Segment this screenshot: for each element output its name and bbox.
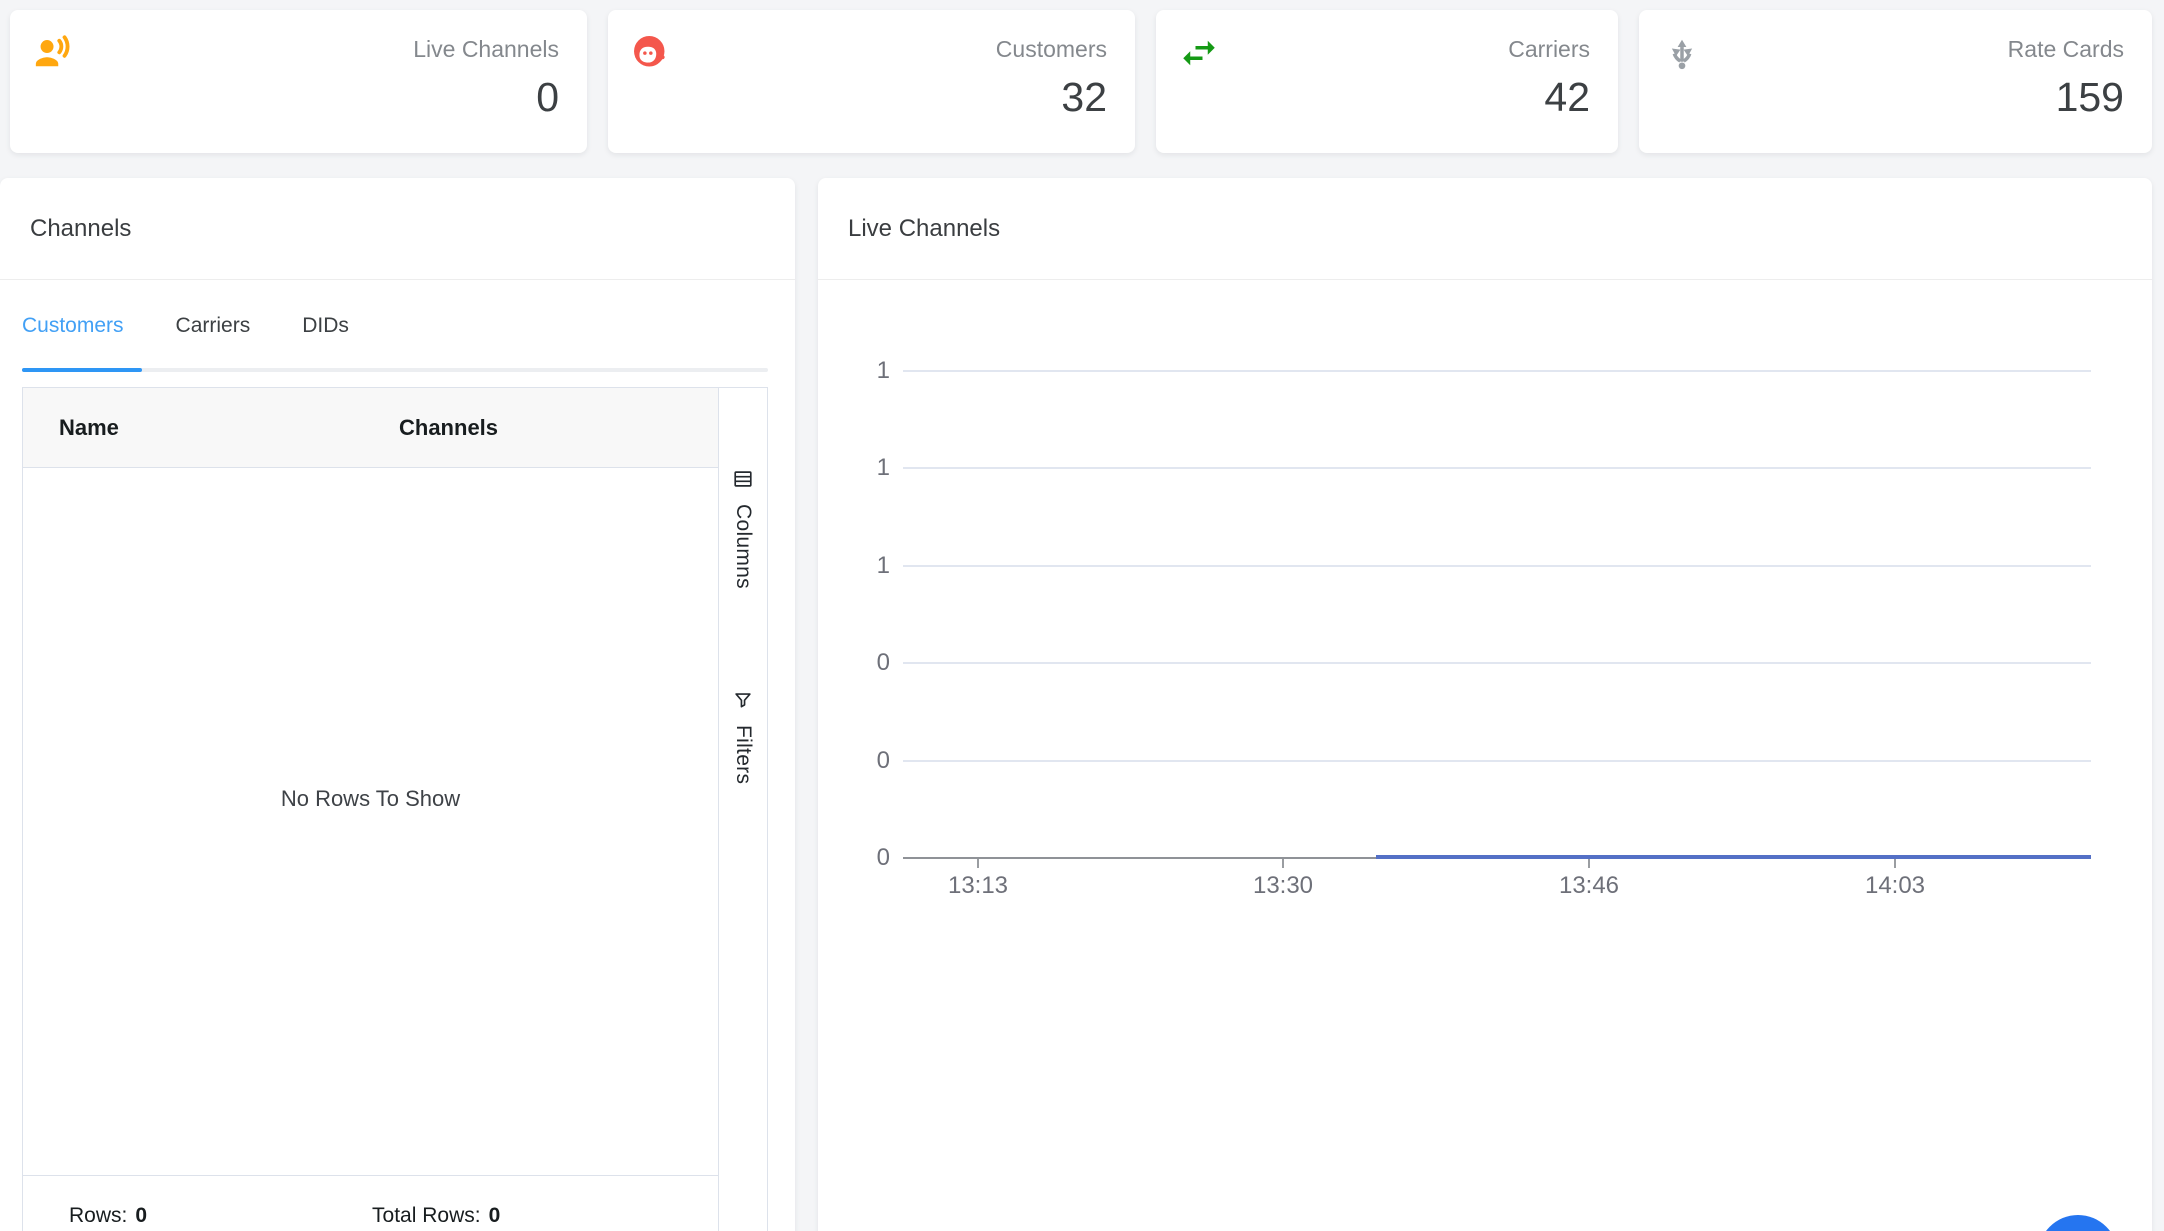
swap-arrows-icon bbox=[1178, 26, 1226, 137]
stat-label: Customers bbox=[678, 36, 1107, 62]
y-axis-tick-label: 1 bbox=[818, 552, 890, 580]
tab-customers[interactable]: Customers bbox=[22, 314, 124, 338]
columns-icon bbox=[732, 468, 754, 495]
stat-card-rate-cards: Rate Cards 159 bbox=[1639, 10, 2152, 153]
grid-side-bar: Columns Filters bbox=[718, 388, 767, 1231]
y-gridline bbox=[903, 662, 2091, 664]
active-tab-indicator bbox=[22, 368, 142, 372]
stat-value: 42 bbox=[1226, 75, 1590, 119]
stat-label: Carriers bbox=[1226, 36, 1590, 62]
side-tab-label: Columns bbox=[731, 504, 755, 589]
stat-cards-row: Live Channels 0 Customers 32 bbox=[10, 10, 2152, 153]
stat-card-customers: Customers 32 bbox=[608, 10, 1135, 153]
x-axis-tick-label: 13:30 bbox=[1228, 872, 1338, 900]
x-axis-tick-label: 13:13 bbox=[923, 872, 1033, 900]
x-axis-tick bbox=[1894, 859, 1896, 868]
x-axis-tick bbox=[977, 859, 979, 868]
side-tab-label: Filters bbox=[731, 725, 755, 784]
stat-label: Rate Cards bbox=[1709, 36, 2124, 62]
y-axis-tick-label: 1 bbox=[818, 454, 890, 482]
channels-table: Name Channels No Rows To Show Rows:0 Tot… bbox=[22, 387, 768, 1231]
tab-carriers[interactable]: Carriers bbox=[176, 314, 251, 338]
filter-icon bbox=[732, 689, 754, 716]
channels-tabs: Customers Carriers DIDs bbox=[22, 280, 768, 372]
dashboard-page: Live Channels 0 Customers 32 bbox=[0, 0, 2164, 1231]
stat-card-carriers: Carriers 42 bbox=[1156, 10, 1618, 153]
alt-route-icon bbox=[1661, 26, 1709, 137]
record-voice-icon bbox=[32, 26, 80, 137]
column-header-channels[interactable]: Channels bbox=[381, 415, 718, 441]
x-axis-tick bbox=[1588, 859, 1590, 868]
stat-value: 0 bbox=[80, 75, 559, 119]
table-status-bar: Rows:0 Total Rows:0 bbox=[23, 1176, 718, 1231]
empty-rows-message: No Rows To Show bbox=[23, 786, 718, 812]
stat-card-live-channels: Live Channels 0 bbox=[10, 10, 587, 153]
live-channels-chart: 1 1 1 0 0 0 13:13 13:30 13:46 14:03 bbox=[818, 280, 2152, 1231]
channels-panel: Channels Customers Carriers DIDs Name Ch… bbox=[0, 178, 795, 1231]
x-axis-line bbox=[903, 857, 1376, 859]
total-rows-count: Total Rows:0 bbox=[372, 1204, 500, 1228]
x-axis-tick-label: 13:46 bbox=[1534, 872, 1644, 900]
table-body: No Rows To Show bbox=[23, 468, 718, 1176]
y-axis-tick-label: 0 bbox=[818, 649, 890, 677]
rows-count: Rows:0 bbox=[69, 1204, 147, 1228]
stat-value: 159 bbox=[1709, 75, 2124, 119]
series-line-live-channels bbox=[1376, 855, 2091, 859]
y-axis-tick-label: 1 bbox=[818, 357, 890, 385]
column-header-name[interactable]: Name bbox=[23, 415, 381, 441]
live-channels-panel: Live Channels 1 1 1 0 0 0 13:13 13:30 13:46 14:03 bbox=[818, 178, 2152, 1231]
y-gridline bbox=[903, 370, 2091, 372]
live-channels-panel-title: Live Channels bbox=[818, 178, 2152, 280]
side-tab-columns[interactable]: Columns bbox=[731, 468, 755, 589]
y-gridline bbox=[903, 467, 2091, 469]
y-gridline bbox=[903, 760, 2091, 762]
channels-panel-title: Channels bbox=[0, 178, 795, 280]
side-tab-filters[interactable]: Filters bbox=[731, 689, 755, 784]
tab-dids[interactable]: DIDs bbox=[302, 314, 349, 338]
y-gridline bbox=[903, 565, 2091, 567]
support-agent-icon bbox=[630, 26, 678, 137]
x-axis-tick bbox=[1282, 859, 1284, 868]
stat-label: Live Channels bbox=[80, 36, 559, 62]
table-header-row: Name Channels bbox=[23, 388, 718, 468]
stat-value: 32 bbox=[678, 75, 1107, 119]
y-axis-tick-label: 0 bbox=[818, 747, 890, 775]
x-axis-tick-label: 14:03 bbox=[1840, 872, 1950, 900]
y-axis-tick-label: 0 bbox=[818, 844, 890, 872]
